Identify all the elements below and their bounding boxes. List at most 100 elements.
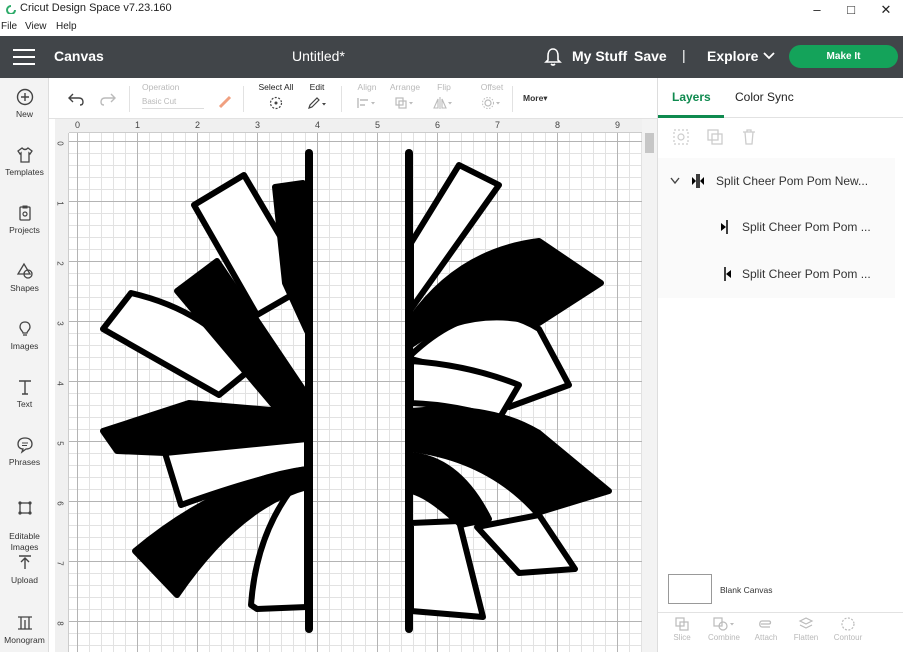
edit-toolbar: Operation Basic Cut Select All Edit Alig… [49,78,657,119]
blank-canvas-swatch[interactable] [668,574,712,604]
rail-projects[interactable]: Projects [0,204,49,235]
scrollbar-thumb[interactable] [645,133,654,153]
bell-icon[interactable] [544,47,562,67]
combine-icon [713,617,734,631]
ruler-mark: 0 [75,120,81,130]
rail-images[interactable]: Images [0,320,49,351]
flatten-button[interactable]: Flatten [786,617,826,642]
header-separator: | [682,47,686,63]
make-it-button[interactable]: Make It [789,45,898,68]
blank-canvas-label: Blank Canvas [720,585,773,595]
offset-label: Offset [480,82,504,92]
linetype-color-swatch-icon[interactable] [218,95,232,109]
upload-icon [18,555,31,569]
flip-group[interactable]: Flip [429,82,459,112]
arrange-group[interactable]: Arrange [387,82,423,112]
clipboard-icon [18,205,31,221]
chevron-down-icon[interactable] [762,49,776,63]
select-all-group[interactable]: Select All [256,82,296,112]
rail-text[interactable]: Text [0,378,49,409]
ruler-mark: 7 [55,561,65,566]
duplicate-icon[interactable] [706,128,724,146]
operation-group: Operation Basic Cut [142,82,204,109]
layer-thumbnail-icon [721,220,728,234]
split-pom-pom-design[interactable] [69,133,642,652]
section-title: Canvas [54,48,104,64]
more-menu[interactable]: More▾ [523,93,548,104]
close-button[interactable]: ✕ [869,0,903,19]
rail-new[interactable]: New [0,88,49,119]
tab-layers[interactable]: Layers [672,90,711,104]
redo-icon[interactable] [99,92,117,106]
flip-icon [433,97,452,109]
ruler-mark: 4 [55,381,65,386]
rail-monogram-label: Monogram [4,635,45,645]
menu-help[interactable]: Help [56,21,77,32]
ruler-mark: 4 [315,120,321,130]
flip-label: Flip [437,82,451,92]
layer-row[interactable]: Split Cheer Pom Pom ... [658,251,895,297]
rail-new-label: New [15,109,33,119]
align-group[interactable]: Align [351,82,383,112]
window-title: Cricut Design Space v7.23.160 [20,2,172,14]
left-ruler: 0 1 2 3 4 5 6 7 8 [55,133,69,652]
operation-select[interactable]: Basic Cut [142,97,204,109]
design-canvas[interactable] [69,133,642,652]
monogram-icon [17,616,32,630]
cricut-logo-icon [6,5,16,14]
editable-image-icon [17,501,32,515]
layer-name: Split Cheer Pom Pom ... [742,267,871,281]
rail-upload-label: Upload [11,575,38,585]
rail-phrases-label: Phrases [8,457,41,467]
menu-view[interactable]: View [25,21,47,32]
left-tool-rail: New Templates Projects Shapes Images Tex… [0,78,49,652]
undo-icon[interactable] [67,92,85,106]
my-stuff-link[interactable]: My Stuff [572,48,627,64]
rail-editable-images[interactable]: Editable Images [0,488,49,553]
blank-canvas-row[interactable]: Blank Canvas [658,570,903,610]
rail-phrases[interactable]: Phrases [0,436,49,467]
slice-label: Slice [673,633,691,642]
tab-color-sync[interactable]: Color Sync [735,90,794,104]
toolbar-divider [243,86,244,112]
rail-templates[interactable]: Templates [0,146,49,177]
menu-bar: File View Help [0,19,903,36]
combine-button[interactable]: Combine [704,617,744,642]
active-tab-indicator [658,115,724,118]
layers-panel: Layers Color Sync Split Cheer Pom Pom Ne… [657,78,903,652]
layer-row-group[interactable]: Split Cheer Pom Pom New... [658,158,895,204]
attach-button[interactable]: Attach [746,617,786,642]
slice-icon [675,617,689,631]
explore-menu[interactable]: Explore [707,48,758,64]
layer-row[interactable]: Split Cheer Pom Pom ... [658,204,895,250]
bottom-tools: Slice Combine Attach Flatten Contour [658,612,903,652]
document-title[interactable]: Untitled* [292,48,345,64]
right-pom-pom-half [405,149,612,633]
maximize-button[interactable]: □ [834,0,868,19]
chevron-down-icon[interactable] [670,177,680,185]
edit-label: Edit [309,82,325,92]
rail-monogram[interactable]: Monogram [0,614,49,645]
group-icon[interactable] [672,128,690,146]
rail-shapes[interactable]: Shapes [0,262,49,293]
flatten-label: Flatten [793,633,819,642]
slice-button[interactable]: Slice [662,617,702,642]
ruler-mark: 0 [55,141,65,146]
trash-icon[interactable] [740,128,758,146]
select-all-icon [269,96,283,110]
cricut-design-space-window: Cricut Design Space v7.23.160 – □ ✕ File… [0,0,903,652]
flatten-icon [798,617,814,629]
hamburger-menu-icon[interactable] [13,49,35,65]
edit-group[interactable]: Edit [303,82,331,112]
minimize-button[interactable]: – [800,0,834,19]
contour-button[interactable]: Contour [828,617,868,642]
rail-upload[interactable]: Upload [0,554,49,585]
shirt-icon [16,147,33,163]
save-button[interactable]: Save [634,48,667,64]
layer-thumbnail-icon [724,267,731,281]
ruler-mark: 2 [195,120,201,130]
canvas-vertical-scrollbar[interactable] [642,119,657,652]
ruler-mark: 7 [495,120,501,130]
offset-group[interactable]: Offset [477,82,507,112]
menu-file[interactable]: File [1,21,17,32]
